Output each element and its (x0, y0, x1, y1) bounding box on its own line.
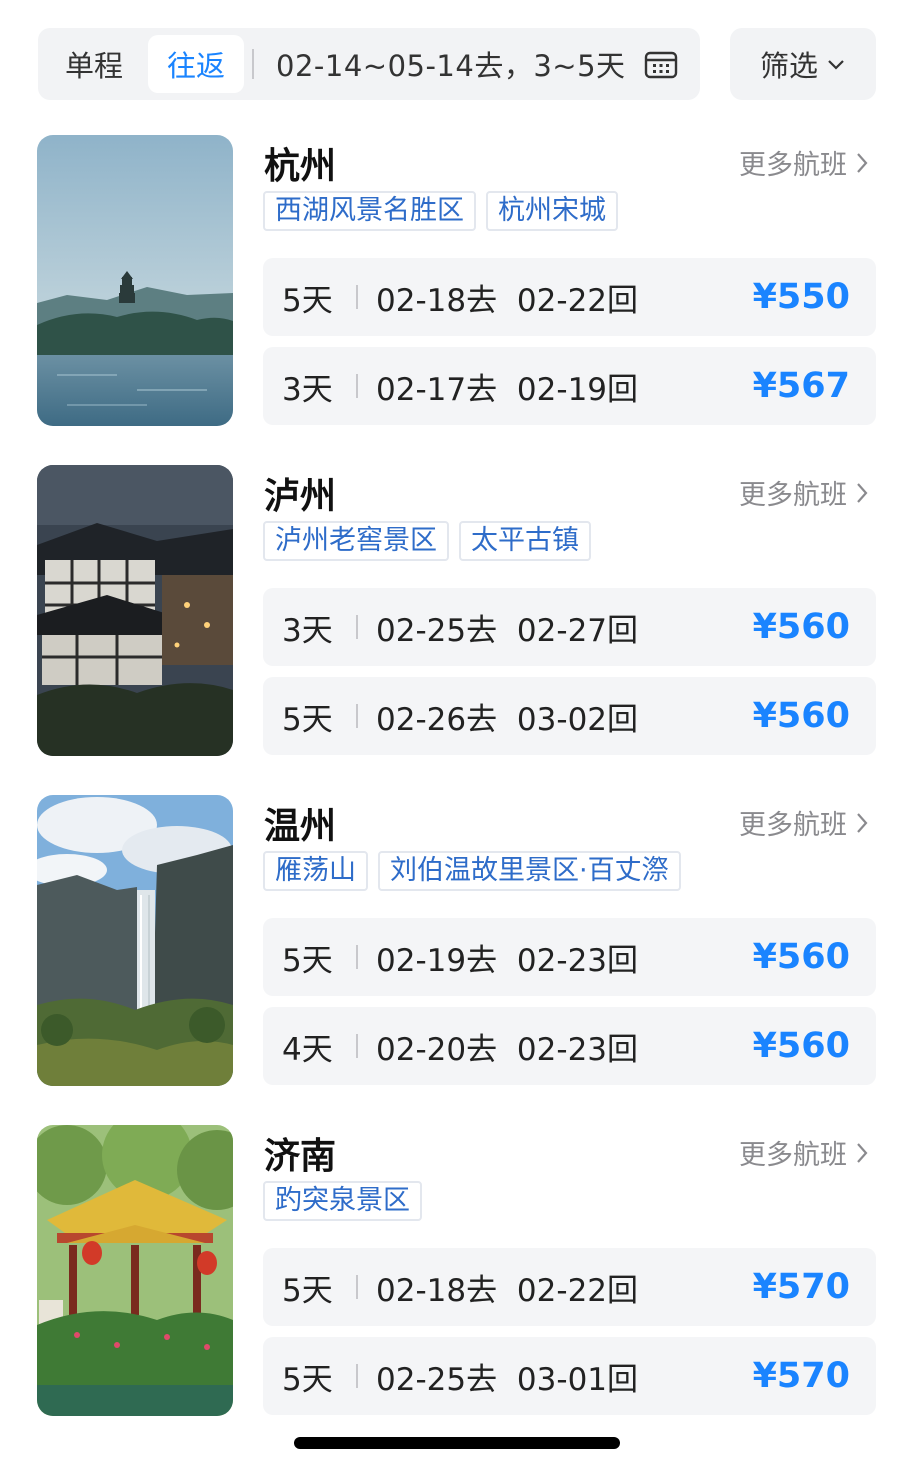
attraction-tag[interactable]: 泸州老窖景区 (263, 521, 449, 561)
destination-card[interactable]: 杭州 更多航班 西湖风景名胜区 杭州宋城 5天 02-18去 02-22回 ¥5… (0, 135, 913, 427)
divider (356, 615, 358, 639)
divider (356, 704, 358, 728)
attraction-tag[interactable]: 雁荡山 (263, 851, 368, 891)
destination-photo-hangzhou[interactable] (37, 135, 233, 426)
destination-name: 杭州 (264, 146, 337, 187)
chevron-right-icon (857, 812, 868, 833)
price: ¥570 (752, 1267, 850, 1307)
attraction-tags: 泸州老窖景区 太平古镇 (263, 521, 601, 561)
more-flights-link[interactable]: 更多航班 (739, 143, 869, 182)
more-flights-label: 更多航班 (739, 150, 847, 181)
trip-duration: 5天 (282, 942, 333, 979)
trip-duration: 5天 (282, 1361, 333, 1398)
tab-one-way[interactable]: 单程 (40, 35, 148, 93)
flight-offer-row[interactable]: 5天 02-18去 02-22回 ¥550 (263, 258, 876, 336)
filter-button[interactable]: 筛选 (730, 28, 876, 100)
trip-dates: 02-19去 02-23回 (376, 942, 639, 979)
flight-offer-row[interactable]: 5天 02-25去 03-01回 ¥570 (263, 1337, 876, 1415)
price: ¥560 (752, 607, 850, 647)
price: ¥550 (752, 277, 850, 317)
divider (356, 1034, 358, 1058)
destination-photo-wenzhou[interactable] (37, 795, 233, 1086)
flight-offer-row[interactable]: 4天 02-20去 02-23回 ¥560 (263, 1007, 876, 1085)
calendar-icon[interactable] (644, 49, 678, 79)
flight-offer-row[interactable]: 3天 02-17去 02-19回 ¥567 (263, 347, 876, 425)
trip-dates: 02-17去 02-19回 (376, 371, 639, 408)
attraction-tag[interactable]: 杭州宋城 (486, 191, 618, 231)
home-indicator[interactable] (294, 1437, 620, 1449)
trip-dates: 02-18去 02-22回 (376, 282, 639, 319)
divider (252, 49, 254, 79)
flight-offer-row[interactable]: 5天 02-18去 02-22回 ¥570 (263, 1248, 876, 1326)
attraction-tags: 西湖风景名胜区 杭州宋城 (263, 191, 628, 231)
flight-offer-row[interactable]: 3天 02-25去 02-27回 ¥560 (263, 588, 876, 666)
trip-duration: 3天 (282, 371, 333, 408)
search-summary-bar: 单程 往返 02-14~05-14去，3~5天 (38, 28, 700, 100)
chevron-right-icon (857, 482, 868, 503)
tab-round-trip[interactable]: 往返 (148, 35, 244, 93)
chevron-right-icon (857, 152, 868, 173)
date-range-button[interactable]: 02-14~05-14去，3~5天 (276, 43, 626, 85)
attraction-tags: 趵突泉景区 (263, 1181, 432, 1221)
destination-name: 济南 (264, 1136, 337, 1177)
destination-name: 泸州 (264, 476, 337, 517)
price: ¥560 (752, 937, 850, 977)
more-flights-label: 更多航班 (739, 810, 847, 841)
trip-duration: 3天 (282, 612, 333, 649)
attraction-tag[interactable]: 太平古镇 (459, 521, 591, 561)
divider (356, 1275, 358, 1299)
attraction-tag[interactable]: 趵突泉景区 (263, 1181, 422, 1221)
destination-name: 温州 (264, 806, 337, 847)
flight-offer-row[interactable]: 5天 02-26去 03-02回 ¥560 (263, 677, 876, 755)
attraction-tag[interactable]: 刘伯温故里景区·百丈漈 (378, 851, 681, 891)
more-flights-link[interactable]: 更多航班 (739, 473, 869, 512)
destination-photo-luzhou[interactable] (37, 465, 233, 756)
price: ¥570 (752, 1356, 850, 1396)
trip-duration: 4天 (282, 1031, 333, 1068)
destination-card[interactable]: 泸州 更多航班 泸州老窖景区 太平古镇 3天 02-25去 02-27回 ¥56… (0, 465, 913, 757)
trip-duration: 5天 (282, 1272, 333, 1309)
trip-dates: 02-18去 02-22回 (376, 1272, 639, 1309)
more-flights-label: 更多航班 (739, 480, 847, 511)
destination-card[interactable]: 温州 更多航班 雁荡山 刘伯温故里景区·百丈漈 5天 02-19去 02-23回… (0, 795, 913, 1087)
more-flights-label: 更多航班 (739, 1140, 847, 1171)
price: ¥560 (752, 696, 850, 736)
divider (356, 285, 358, 309)
more-flights-link[interactable]: 更多航班 (739, 803, 869, 842)
attraction-tag[interactable]: 西湖风景名胜区 (263, 191, 476, 231)
divider (356, 374, 358, 398)
trip-dates: 02-20去 02-23回 (376, 1031, 639, 1068)
price: ¥567 (752, 366, 850, 406)
trip-duration: 5天 (282, 701, 333, 738)
chevron-right-icon (857, 1142, 868, 1163)
flight-offer-row[interactable]: 5天 02-19去 02-23回 ¥560 (263, 918, 876, 996)
price: ¥560 (752, 1026, 850, 1066)
divider (356, 945, 358, 969)
more-flights-link[interactable]: 更多航班 (739, 1133, 869, 1172)
chevron-down-icon (828, 60, 844, 70)
destination-card[interactable]: 济南 更多航班 趵突泉景区 5天 02-18去 02-22回 ¥570 5天 0… (0, 1125, 913, 1417)
trip-duration: 5天 (282, 282, 333, 319)
trip-dates: 02-26去 03-02回 (376, 701, 639, 738)
trip-dates: 02-25去 03-01回 (376, 1361, 639, 1398)
divider (356, 1364, 358, 1388)
attraction-tags: 雁荡山 刘伯温故里景区·百丈漈 (263, 851, 691, 891)
filter-label: 筛选 (759, 49, 818, 83)
destination-photo-jinan[interactable] (37, 1125, 233, 1416)
trip-dates: 02-25去 02-27回 (376, 612, 639, 649)
